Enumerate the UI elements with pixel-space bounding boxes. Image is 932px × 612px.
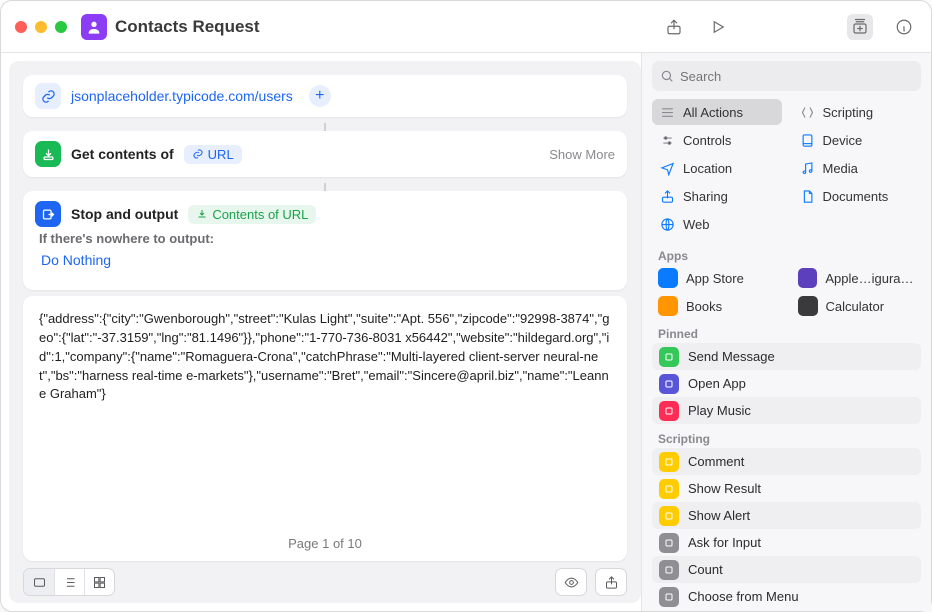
- action-icon: [659, 587, 679, 607]
- scripting-item-count[interactable]: Count: [652, 556, 921, 583]
- scripting-item-show-alert[interactable]: Show Alert: [652, 502, 921, 529]
- app-window: Contacts Request jsonplacehol: [0, 0, 932, 612]
- search-field[interactable]: [652, 61, 921, 91]
- url-action-card[interactable]: jsonplaceholder.typicode.com/users +: [23, 75, 627, 117]
- action-icon: [659, 452, 679, 472]
- action-icon: [659, 533, 679, 553]
- window-title: Contacts Request: [115, 17, 260, 37]
- titlebar: Contacts Request: [1, 1, 931, 53]
- app-icon: [798, 296, 818, 316]
- output-json-text: {"address":{"city":"Gwenborough","street…: [39, 310, 611, 404]
- category-icon: [800, 189, 815, 204]
- contents-variable-pill[interactable]: Contents of URL: [188, 205, 316, 224]
- view-list-button[interactable]: [54, 569, 84, 595]
- output-pager: Page 1 of 10: [39, 530, 611, 557]
- category-icon: [800, 133, 815, 148]
- apps-section-label: Apps: [642, 241, 931, 265]
- action-icon: [659, 401, 679, 421]
- pinned-section-label: Pinned: [642, 319, 931, 343]
- output-panel: {"address":{"city":"Gwenborough","street…: [23, 296, 627, 561]
- scripting-item-comment[interactable]: Comment: [652, 448, 921, 475]
- app-icon: [798, 268, 818, 288]
- shortcut-app-icon: [81, 14, 107, 40]
- app-apple-igurator[interactable]: Apple…igurator: [792, 265, 922, 291]
- scripting-item-choose-from-menu[interactable]: Choose from Menu: [652, 583, 921, 610]
- scripting-list: CommentShow ResultShow AlertAsk for Inpu…: [642, 448, 931, 610]
- actions-library-sidebar: All Actions Scripting Controls Device Locati…: [641, 53, 931, 611]
- stop-output-title: Stop and output: [71, 206, 178, 222]
- action-icon: [659, 374, 679, 394]
- workflow-editor: jsonplaceholder.typicode.com/users + Get…: [9, 61, 641, 603]
- pinned-item-send-message[interactable]: Send Message: [652, 343, 921, 370]
- action-icon: [659, 506, 679, 526]
- zoom-window-button[interactable]: [55, 21, 67, 33]
- do-nothing-option[interactable]: Do Nothing: [35, 248, 615, 278]
- share-output-button[interactable]: [596, 569, 626, 595]
- share-button[interactable]: [661, 14, 687, 40]
- close-window-button[interactable]: [15, 21, 27, 33]
- output-icon: [35, 201, 61, 227]
- app-calculator[interactable]: Calculator: [792, 293, 922, 319]
- action-icon: [659, 560, 679, 580]
- category-all-actions[interactable]: All Actions: [652, 99, 782, 125]
- category-web[interactable]: Web: [652, 211, 782, 237]
- category-icon: [660, 161, 675, 176]
- action-icon: [659, 347, 679, 367]
- categories-grid: All Actions Scripting Controls Device Locati…: [642, 97, 931, 241]
- category-documents[interactable]: Documents: [792, 183, 922, 209]
- app-app-store[interactable]: App Store: [652, 265, 782, 291]
- quicklook-button[interactable]: [556, 569, 586, 595]
- link-icon: [35, 83, 61, 109]
- category-sharing[interactable]: Sharing: [652, 183, 782, 209]
- category-media[interactable]: Media: [792, 155, 922, 181]
- add-url-button[interactable]: +: [309, 85, 331, 107]
- apps-list: App Store Apple…igurator Books Calculator: [642, 265, 931, 319]
- view-single-button[interactable]: [24, 569, 54, 595]
- url-value[interactable]: jsonplaceholder.typicode.com/users: [71, 88, 293, 104]
- pinned-item-play-music[interactable]: Play Music: [652, 397, 921, 424]
- download-icon: [35, 141, 61, 167]
- category-icon: [800, 161, 815, 176]
- search-icon: [660, 69, 674, 83]
- scripting-item-ask-for-input[interactable]: Ask for Input: [652, 529, 921, 556]
- get-contents-title: Get contents of: [71, 146, 174, 162]
- view-grid-button[interactable]: [84, 569, 114, 595]
- category-controls[interactable]: Controls: [652, 127, 782, 153]
- show-more-button[interactable]: Show More: [549, 147, 615, 162]
- category-icon: [660, 105, 675, 120]
- category-scripting[interactable]: Scripting: [792, 99, 922, 125]
- app-icon: [658, 296, 678, 316]
- category-icon: [660, 133, 675, 148]
- category-icon: [660, 189, 675, 204]
- action-icon: [659, 479, 679, 499]
- output-toolbar: [23, 561, 627, 595]
- window-controls: [15, 21, 67, 33]
- category-device[interactable]: Device: [792, 127, 922, 153]
- category-icon: [800, 105, 815, 120]
- scripting-section-label: Scripting: [642, 424, 931, 448]
- scripting-item-show-result[interactable]: Show Result: [652, 475, 921, 502]
- minimize-window-button[interactable]: [35, 21, 47, 33]
- app-books[interactable]: Books: [652, 293, 782, 319]
- pinned-list: Send MessageOpen AppPlay Music: [642, 343, 931, 424]
- run-button[interactable]: [705, 14, 731, 40]
- category-location[interactable]: Location: [652, 155, 782, 181]
- url-variable-pill[interactable]: URL: [184, 145, 242, 164]
- get-contents-action-card[interactable]: Get contents of URL Show More: [23, 131, 627, 177]
- library-toggle-button[interactable]: [847, 14, 873, 40]
- stop-output-action-card[interactable]: Stop and output Contents of URL If there…: [23, 191, 627, 290]
- info-button[interactable]: [891, 14, 917, 40]
- nowhere-to-output-label: If there's nowhere to output:: [35, 227, 615, 248]
- search-input[interactable]: [680, 69, 913, 84]
- pinned-item-open-app[interactable]: Open App: [652, 370, 921, 397]
- app-icon: [658, 268, 678, 288]
- category-icon: [660, 217, 675, 232]
